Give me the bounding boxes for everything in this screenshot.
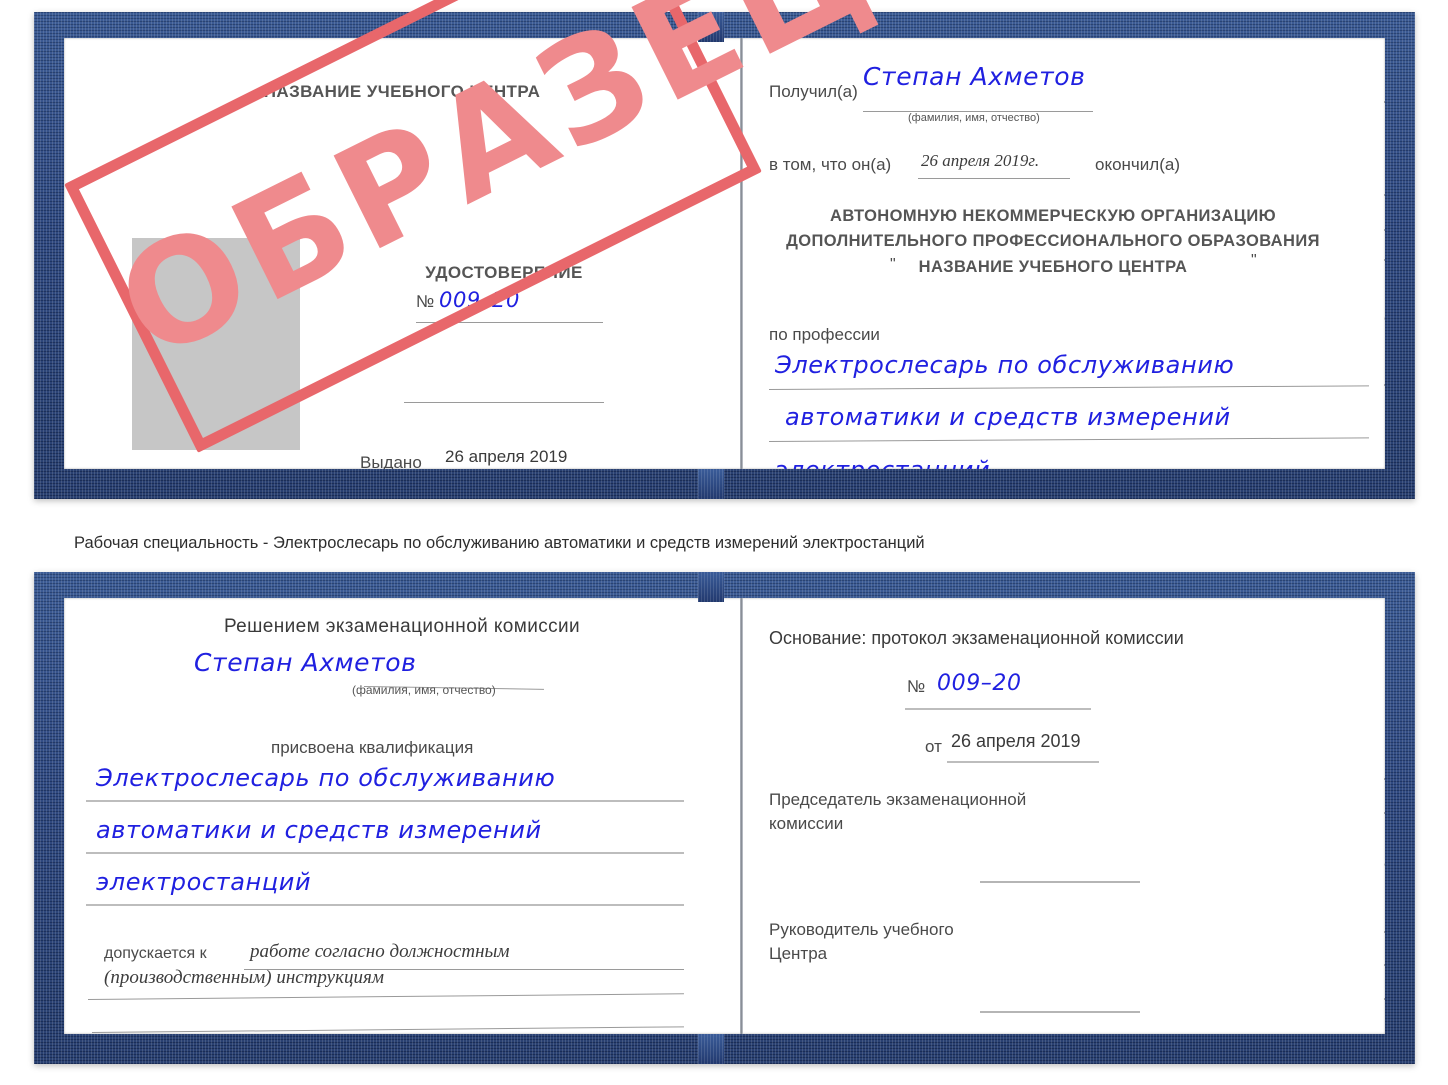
profession-rule-1 (768, 385, 1369, 390)
fio-hint-top: (фамилия, имя, отчество) (908, 112, 1040, 124)
caption-text: Рабочая специальность - Электрослесарь п… (74, 534, 925, 552)
spine-clip-bottom (698, 572, 724, 602)
top-left-page: НАЗВАНИЕ УЧЕБНОГО ЦЕНТРА УДОСТОВЕРЕНИЕ №… (64, 38, 740, 469)
protocol-number-rule (905, 708, 1091, 710)
number-label-top: № (416, 292, 435, 311)
bottom-right-page: Основание: протокол экзаменационной коми… (743, 598, 1385, 1034)
admitted-value-line-1: работе согласно должностным (250, 941, 510, 962)
spine-clip-top (698, 12, 724, 42)
protocol-number-value: 009–20 (937, 671, 1022, 696)
fio-hint-bottom: (фамилия, имя, отчество) (352, 683, 496, 697)
blank-rule-top (404, 402, 604, 403)
decision-name-value: Степан Ахметов (194, 648, 417, 677)
spine-clip-bottom-bottom (698, 1034, 724, 1064)
received-value: Степан Ахметов (863, 62, 1086, 91)
decision-label: Решением экзаменационной комиссии (223, 616, 581, 637)
number-rule-top (416, 322, 603, 323)
margin-fragment: – (1384, 990, 1385, 1007)
chairman-line-1: Председатель экзаменационной (769, 790, 1027, 809)
certificate-bottom-pages: Решением экзаменационной комиссии Степан… (64, 598, 1385, 1034)
org-quote-close: " (1251, 252, 1257, 269)
chairman-line-2: комиссии (769, 814, 844, 833)
issued-value-top: 26 апреля 2019 (445, 447, 568, 466)
profession-label: по профессии (769, 325, 880, 344)
margin-fragment: – (1384, 956, 1385, 973)
bottom-left-page: Решением экзаменационной комиссии Степан… (64, 598, 740, 1034)
margin-fragment: и (1384, 826, 1385, 843)
admitted-value-line-2: (производственным) инструкциям (104, 967, 384, 988)
top-right-page: Получил(а) Степан Ахметов (фамилия, имя,… (743, 38, 1385, 469)
org-line-3: НАЗВАНИЕ УЧЕБНОГО ЦЕНТРА (918, 258, 1188, 276)
margin-fragment: – (1384, 770, 1385, 787)
photo-placeholder (132, 238, 300, 450)
basis-label: Основание: протокол экзаменационной коми… (769, 628, 1184, 648)
received-label: Получил(а) (769, 82, 858, 101)
margin-fragment: и (1384, 278, 1385, 295)
qualification-rule-1 (86, 800, 684, 802)
margin-fragment: к- (1384, 338, 1385, 355)
margin-fragment: – (1384, 186, 1385, 203)
protocol-date-label: от (925, 737, 942, 756)
margin-fragment: а (1384, 854, 1385, 871)
profession-line-3: электростанций (775, 456, 990, 469)
number-value-top: 009–20 (439, 288, 520, 312)
certificate-bottom-book: Решением экзаменационной комиссии Степан… (34, 572, 1415, 1064)
profession-rule-2 (768, 437, 1369, 442)
qualification-rule-3 (86, 904, 684, 906)
protocol-date-rule (947, 761, 1099, 763)
admitted-rule-3 (91, 1026, 684, 1033)
in-that-value: 26 апреля 2019г. (921, 151, 1040, 170)
chairman-signature-rule (980, 881, 1140, 883)
in-that-rule (918, 178, 1070, 179)
margin-fragment: – (1384, 251, 1385, 268)
margin-fragment: а (1384, 308, 1385, 325)
spine-clip-top-bottom (698, 469, 724, 499)
qualification-line-3: электростанций (96, 868, 312, 896)
head-line-2: Центра (769, 944, 828, 963)
qualification-label: присвоена квалификация (271, 738, 474, 757)
margin-fragment: – (1384, 221, 1385, 238)
training-center-name-top: НАЗВАНИЕ УЧЕБНОГО ЦЕНТРА (263, 82, 541, 101)
head-line-1: Руководитель учебного (769, 920, 954, 939)
certificate-title-top: УДОСТОВЕРЕНИЕ (425, 263, 583, 282)
margin-fragment: – (1384, 93, 1385, 110)
qualification-line-1: Электрослесарь по обслуживанию (96, 764, 556, 792)
admitted-label: допускается к (104, 945, 207, 962)
protocol-number-label: № (907, 677, 926, 696)
certificate-top-book: НАЗВАНИЕ УЧЕБНОГО ЦЕНТРА УДОСТОВЕРЕНИЕ №… (34, 12, 1415, 499)
profession-line-2: автоматики и средств измерений (785, 403, 1231, 431)
margin-fragment: – (1384, 376, 1385, 393)
margin-fragment: к- (1384, 884, 1385, 901)
qualification-line-2: автоматики и средств измерений (96, 816, 542, 844)
certificate-top-pages: НАЗВАНИЕ УЧЕБНОГО ЦЕНТРА УДОСТОВЕРЕНИЕ №… (64, 38, 1385, 469)
finished-label: окончил(а) (1095, 155, 1180, 174)
admitted-rule-2 (87, 993, 684, 1000)
margin-fragment: – (1384, 923, 1385, 940)
org-line-1: АВТОНОМНУЮ НЕКОММЕРЧЕСКУЮ ОРГАНИЗАЦИЮ (830, 207, 1276, 225)
org-line-2: ДОПОЛНИТЕЛЬНОГО ПРОФЕССИОНАЛЬНОГО ОБРАЗО… (786, 232, 1320, 250)
margin-fragment: – (1384, 804, 1385, 821)
head-signature-rule (980, 1011, 1140, 1013)
issued-label-top: Выдано (360, 453, 422, 469)
protocol-date-value: 26 апреля 2019 (951, 731, 1081, 751)
profession-line-1: Электрослесарь по обслуживанию (775, 351, 1235, 379)
in-that-label: в том, что он(а) (769, 155, 892, 174)
qualification-rule-2 (86, 852, 684, 854)
